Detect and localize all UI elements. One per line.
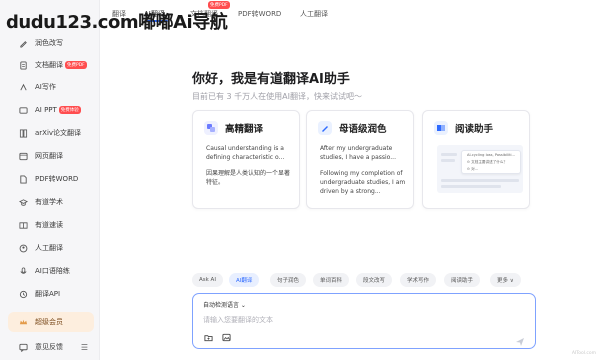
speech-icon bbox=[18, 266, 28, 276]
sidebar-item-label: AI PPT bbox=[35, 106, 57, 114]
reading-preview: AI-cycling loss, Possibiliti... ⊙ 文档主要讲述… bbox=[437, 145, 523, 193]
chip-paragraph-rewrite[interactable]: 段文改写 bbox=[356, 273, 393, 287]
free-trial-badge: 免费体验 bbox=[58, 106, 81, 114]
sidebar-item-label: 文档翻译 bbox=[35, 61, 63, 69]
sidebar-item-label: 网页翻译 bbox=[35, 152, 63, 160]
page-subtitle: 目前已有 3 千万人在使用AI翻译，快来试试吧～ bbox=[192, 92, 363, 101]
card-example-en: Causal understanding is a defining chara… bbox=[206, 145, 285, 161]
vip-label: 超级会员 bbox=[35, 318, 63, 326]
pen-polish-icon bbox=[18, 38, 28, 48]
feedback-button[interactable]: 意见反馈 ☰ bbox=[8, 338, 94, 356]
card-precise-translate[interactable]: 高精翻译 Causal understanding is a defining … bbox=[192, 110, 300, 209]
sidebar-item-speed-read[interactable]: 有道速读 bbox=[8, 215, 94, 235]
popup-row: ⊙ 对... bbox=[467, 167, 479, 171]
tab-pdf-to-word[interactable]: PDF转WORD bbox=[238, 9, 281, 19]
sidebar-item-web-translate[interactable]: 网页翻译 bbox=[8, 146, 94, 166]
feedback-label: 意见反馈 bbox=[35, 343, 63, 351]
sidebar: 润色改写 文档翻译 免费PDF AI写作 AI PPT 免费体验 arXiv论文… bbox=[0, 0, 100, 360]
chip-word-encyclopedia[interactable]: 单词百科 bbox=[313, 273, 350, 287]
popup-row: ⊙ 文档主要讲述了什么？ bbox=[467, 160, 508, 164]
sidebar-item-api[interactable]: 翻译API bbox=[8, 284, 94, 304]
free-pdf-badge: 免费PDF bbox=[65, 61, 87, 69]
sidebar-item-pdf-word[interactable]: PDF转WORD bbox=[8, 169, 94, 189]
card-native-polish[interactable]: 母语级润色 After my undergraduate studies, I … bbox=[306, 110, 414, 209]
app-window: 润色改写 文档翻译 免费PDF AI写作 AI PPT 免费体验 arXiv论文… bbox=[0, 0, 600, 360]
sidebar-item-label: 润色改写 bbox=[35, 39, 63, 47]
translate-input[interactable] bbox=[203, 314, 523, 326]
speed-read-icon bbox=[18, 220, 28, 230]
feedback-icon bbox=[18, 342, 28, 352]
sidebar-item-arxiv[interactable]: arXiv论文翻译 bbox=[8, 123, 94, 143]
language-select[interactable]: 自动检测语言 ⌄ bbox=[203, 300, 246, 309]
sidebar-item-label: 有道学术 bbox=[35, 198, 63, 206]
chip-ai-translate[interactable]: AI翻译 bbox=[229, 273, 260, 287]
api-icon bbox=[18, 289, 28, 299]
chip-reading-assistant[interactable]: 阅读助手 bbox=[444, 273, 481, 287]
sidebar-item-label: 人工翻译 bbox=[35, 244, 63, 252]
footer-watermark: AITool.com bbox=[571, 351, 596, 356]
vip-membership-button[interactable]: 超级会员 bbox=[8, 312, 94, 332]
watermark-text: dudu123.com嘟嘟Ai导航 bbox=[6, 12, 228, 33]
menu-icon[interactable]: ☰ bbox=[81, 343, 88, 352]
crown-icon bbox=[18, 317, 28, 327]
book-icon bbox=[434, 121, 448, 135]
sidebar-item-ai-ppt[interactable]: AI PPT 免费体验 bbox=[8, 100, 94, 120]
chip-more[interactable]: 更多 ∨ bbox=[490, 273, 521, 287]
sidebar-item-label: 翻译API bbox=[35, 290, 61, 298]
translate-icon bbox=[204, 121, 218, 135]
sidebar-item-doc-translate[interactable]: 文档翻译 免费PDF bbox=[8, 55, 94, 75]
sidebar-item-label: PDF转WORD bbox=[35, 175, 79, 183]
send-icon[interactable] bbox=[515, 332, 525, 346]
sidebar-item-polish[interactable]: 润色改写 bbox=[8, 33, 94, 53]
reading-popup: AI-cycling loss, Possibiliti... ⊙ 文档主要讲述… bbox=[461, 150, 521, 174]
card-example-zh: 因果理解是人类认知的一个显著特征。 bbox=[206, 170, 291, 186]
academic-icon bbox=[18, 197, 28, 207]
folder-upload-icon[interactable] bbox=[203, 332, 213, 342]
translate-input-box: 自动检测语言 ⌄ bbox=[192, 293, 536, 349]
sidebar-item-label: AI口语陪练 bbox=[35, 267, 70, 275]
sidebar-item-label: AI写作 bbox=[35, 83, 56, 91]
card-title: 高精翻译 bbox=[225, 124, 264, 135]
paper-icon bbox=[18, 128, 28, 138]
pen-icon bbox=[318, 121, 332, 135]
tab-human-translate[interactable]: 人工翻译 bbox=[300, 9, 328, 19]
sidebar-item-ai-write[interactable]: AI写作 bbox=[8, 77, 94, 97]
human-translate-icon bbox=[18, 243, 28, 253]
pdf-icon bbox=[18, 174, 28, 184]
sidebar-item-human-translate[interactable]: 人工翻译 bbox=[8, 238, 94, 258]
sidebar-item-label: arXiv论文翻译 bbox=[35, 129, 82, 137]
chip-academic-writing[interactable]: 学术写作 bbox=[400, 273, 437, 287]
sidebar-item-speech[interactable]: AI口语陪练 bbox=[8, 261, 94, 281]
sidebar-item-academic[interactable]: 有道学术 bbox=[8, 192, 94, 212]
card-example-after: Following my completion of undergraduate… bbox=[320, 170, 406, 195]
chip-ask-ai[interactable]: Ask AI bbox=[192, 273, 223, 287]
sidebar-item-label: 有道速读 bbox=[35, 221, 63, 229]
card-title: 母语级润色 bbox=[339, 124, 387, 135]
ppt-icon bbox=[18, 105, 28, 115]
card-example-before: After my undergraduate studies, I have a… bbox=[320, 145, 396, 161]
document-icon bbox=[18, 60, 28, 70]
card-reading-assistant[interactable]: 阅读助手 AI-cycling loss, Possibiliti... ⊙ 文… bbox=[422, 110, 530, 209]
card-title: 阅读助手 bbox=[455, 124, 494, 135]
page-title: 你好，我是有道翻译AI助手 bbox=[192, 72, 350, 87]
image-upload-icon[interactable] bbox=[221, 332, 231, 342]
web-icon bbox=[18, 151, 28, 161]
popup-row: AI-cycling loss, Possibiliti... bbox=[467, 153, 515, 157]
ai-write-icon bbox=[18, 82, 28, 92]
chip-sentence-polish[interactable]: 句子润色 bbox=[270, 273, 307, 287]
